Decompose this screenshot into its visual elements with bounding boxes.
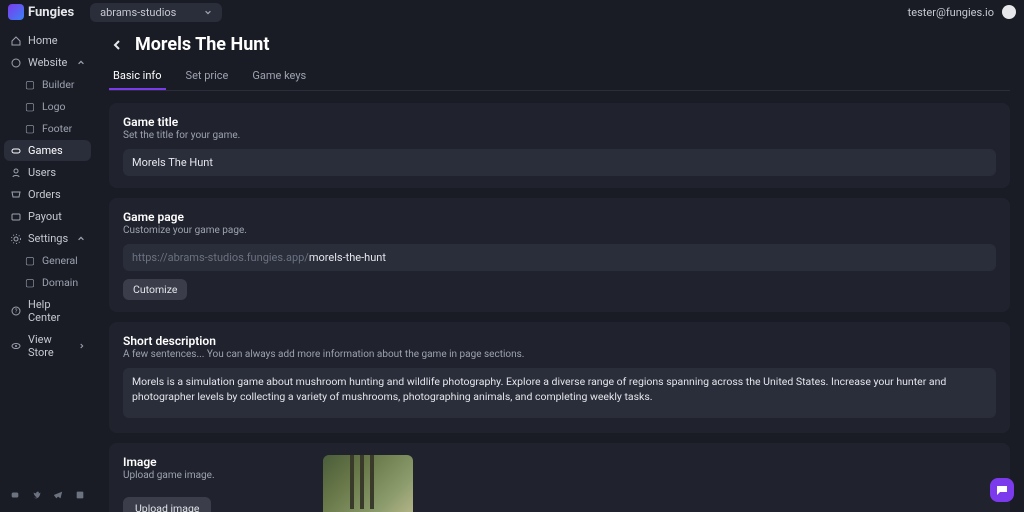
description-textarea[interactable] [123,368,996,418]
chevron-up-icon [77,59,85,67]
users-icon [10,167,22,179]
home-icon [10,35,22,47]
sidebar-item-home[interactable]: Home [4,30,91,51]
sidebar-label: View Store [28,333,72,359]
game-title-card: Game title Set the title for your game. [109,103,1010,188]
url-slug: morels-the-hunt [309,251,386,264]
sidebar-label: Logo [42,100,66,113]
discord-icon[interactable] [10,490,20,500]
globe-icon [10,57,22,69]
chevron-right-icon [78,342,85,350]
brand-logo: Fungies [8,4,74,20]
customize-button[interactable]: Cutomize [123,279,187,300]
chat-widget[interactable] [990,478,1014,502]
doc-icon: ▢ [24,255,36,267]
sidebar-item-orders[interactable]: Orders [4,184,91,205]
sidebar-item-help[interactable]: ? Help Center [4,294,91,328]
link-icon: ▢ [24,277,36,289]
sidebar-label: Domain [42,276,78,289]
chat-icon [995,483,1009,497]
game-image-preview [323,455,413,512]
footer-icon: ▢ [24,123,36,135]
gear-icon [10,233,22,245]
short-description-card: Short description A few sentences... You… [109,322,1010,433]
sidebar-item-logo[interactable]: ▢ Logo [4,96,91,117]
sidebar-item-users[interactable]: Users [4,162,91,183]
logo-icon [8,4,24,20]
page-title: Morels The Hunt [135,34,269,55]
linkedin-icon[interactable] [75,490,85,500]
sidebar-item-payout[interactable]: Payout [4,206,91,227]
org-selector[interactable]: abrams-studios [90,3,222,22]
card-heading: Short description [123,334,996,348]
sidebar-label: Payout [28,210,62,223]
game-url-input[interactable]: https://abrams-studios.fungies.app/morel… [123,244,996,271]
card-subtext: Customize your game page. [123,225,996,236]
sidebar-item-view-store[interactable]: View Store [4,329,91,363]
sidebar-label: General [42,254,78,267]
sidebar: Home Website ▢ Builder ▢ Logo ▢ Footer Game… [0,24,95,512]
svg-text:?: ? [15,308,18,315]
card-subtext: Upload game image. [123,470,303,481]
sidebar-item-footer[interactable]: ▢ Footer [4,118,91,139]
sidebar-item-general[interactable]: ▢ General [4,250,91,271]
gamepad-icon [10,145,22,157]
tab-set-price[interactable]: Set price [182,63,233,90]
sidebar-label: Footer [42,122,72,135]
chevron-left-icon [112,39,124,51]
sidebar-label: Users [28,166,56,179]
card-heading: Image [123,455,303,469]
card-heading: Game page [123,210,996,224]
upload-image-button[interactable]: Upload image [123,497,211,512]
sidebar-item-settings[interactable]: Settings [4,228,91,249]
org-name: abrams-studios [100,6,176,19]
sidebar-item-games[interactable]: Games [4,140,91,161]
card-heading: Game title [123,115,996,129]
sidebar-label: Help Center [28,298,85,324]
card-subtext: Set the title for your game. [123,130,996,141]
tabs: Basic info Set price Game keys [109,63,1010,91]
twitter-icon[interactable] [32,490,42,500]
social-row [4,484,91,506]
chevron-down-icon [204,8,212,16]
help-icon: ? [10,305,22,317]
sidebar-label: Settings [28,232,68,245]
card-subtext: A few sentences... You can always add mo… [123,349,996,360]
eye-icon [10,340,22,352]
sidebar-label: Builder [42,78,74,91]
tab-basic-info[interactable]: Basic info [109,63,166,90]
telegram-icon[interactable] [53,490,63,500]
brand-name: Fungies [28,5,74,20]
tab-game-keys[interactable]: Game keys [248,63,310,90]
game-title-input[interactable] [123,149,996,176]
back-button[interactable] [109,36,127,54]
user-avatar[interactable] [1002,5,1016,19]
cart-icon [10,189,22,201]
sidebar-label: Games [28,144,63,157]
url-prefix: https://abrams-studios.fungies.app/ [132,251,309,264]
wallet-icon [10,211,22,223]
sidebar-label: Home [28,34,58,47]
image-card: Image Upload game image. Upload image ma… [109,443,1010,512]
user-email: tester@fungies.io [908,6,994,19]
game-page-card: Game page Customize your game page. http… [109,198,1010,312]
sidebar-item-domain[interactable]: ▢ Domain [4,272,91,293]
sidebar-label: Orders [28,188,61,201]
main-content: Morels The Hunt Basic info Set price Gam… [95,24,1024,512]
chevron-up-icon [77,235,85,243]
builder-icon: ▢ [24,79,36,91]
image-icon: ▢ [24,101,36,113]
sidebar-label: Website [28,56,67,69]
sidebar-item-builder[interactable]: ▢ Builder [4,74,91,95]
sidebar-item-website[interactable]: Website [4,52,91,73]
